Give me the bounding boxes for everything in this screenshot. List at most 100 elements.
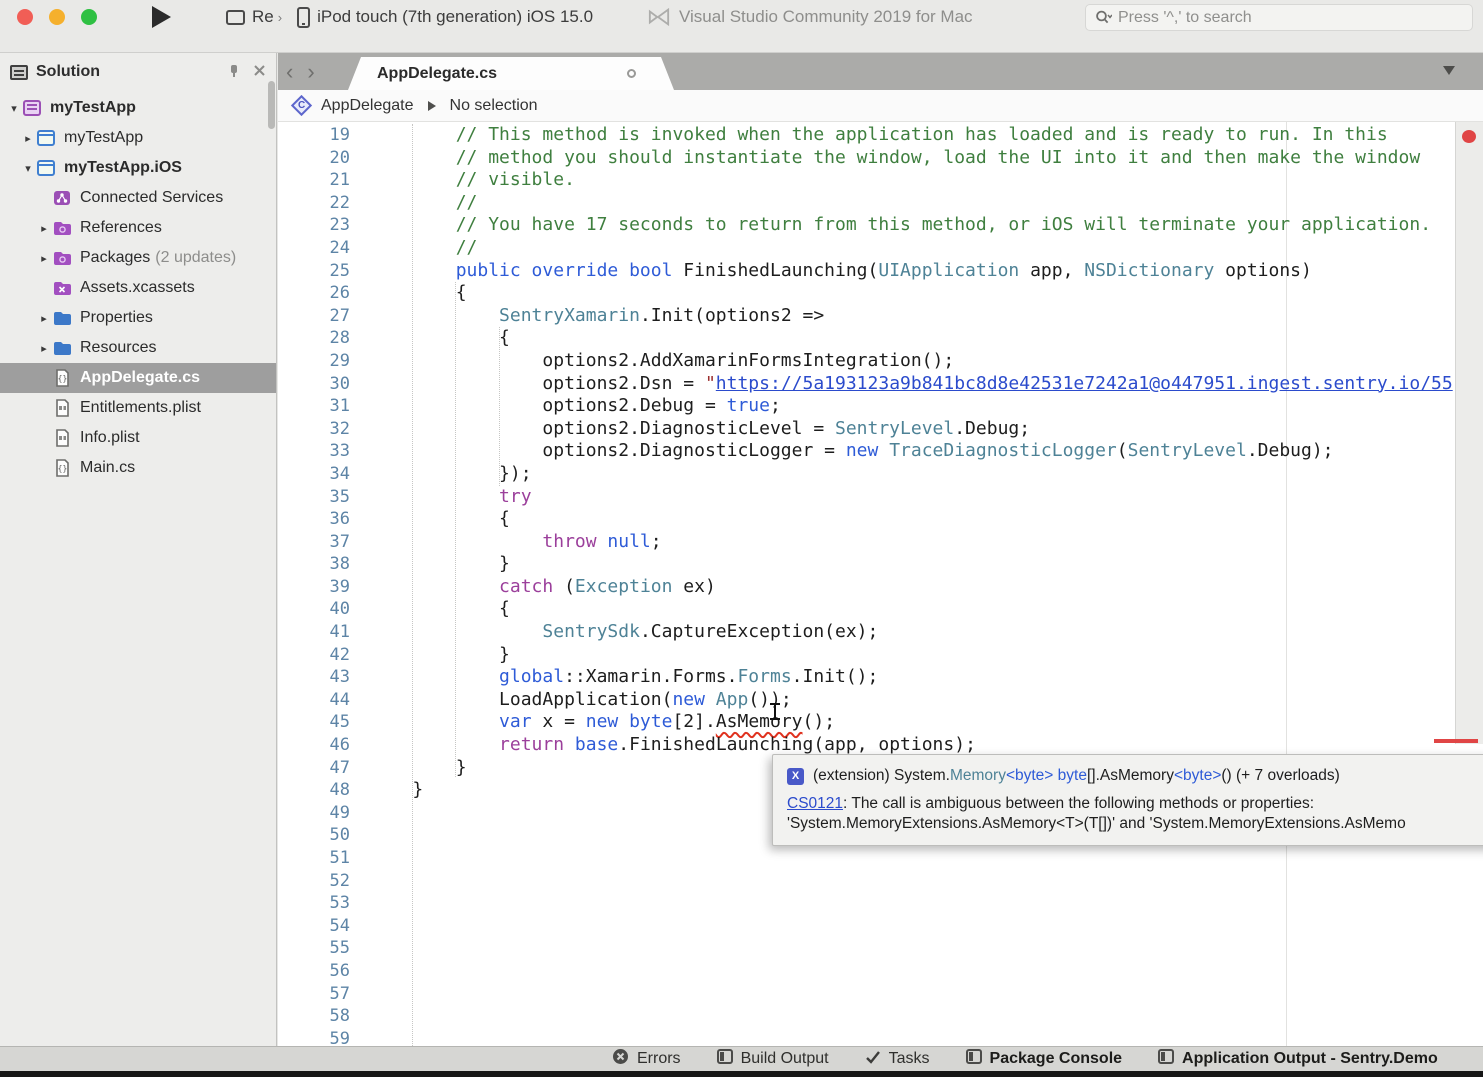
tree-item-resources[interactable]: ▸Resources: [0, 333, 276, 363]
code-line-30[interactable]: 30 options2.Dsn = "https://5a193123a9b84…: [278, 373, 1483, 396]
code-token: ();: [803, 711, 836, 732]
disclosure-right-icon[interactable]: ▸: [20, 132, 36, 145]
code-line-45[interactable]: 45 var x = new byte[2].AsMemory();: [278, 711, 1483, 734]
code-line-23[interactable]: 23 // You have 17 seconds to return from…: [278, 214, 1483, 237]
global-search-field[interactable]: [1085, 4, 1473, 31]
tree-item-appdelegate-cs[interactable]: {}AppDelegate.cs: [0, 363, 276, 393]
code-text: catch (Exception ex): [369, 576, 716, 599]
tab-list-dropdown-icon[interactable]: [1443, 66, 1455, 75]
run-button[interactable]: [152, 6, 171, 28]
dock-item-application-output-sentry-demo[interactable]: Application Output - Sentry.Demo: [1158, 1049, 1438, 1069]
navigate-back-button[interactable]: ‹: [286, 61, 293, 83]
code-line-43[interactable]: 43 global::Xamarin.Forms.Forms.Init();: [278, 666, 1483, 689]
code-token: (extension) System.: [813, 767, 950, 784]
code-text: SentryXamarin.Init(options2 =>: [369, 305, 824, 328]
disclosure-right-icon[interactable]: ▸: [36, 312, 52, 325]
code-text: SentrySdk.CaptureException(ex);: [369, 621, 878, 644]
code-line-25[interactable]: 25 public override bool FinishedLaunchin…: [278, 260, 1483, 283]
code-line-36[interactable]: 36 {: [278, 508, 1483, 531]
code-line-44[interactable]: 44 LoadApplication(new App());: [278, 689, 1483, 712]
tree-item-connected-services[interactable]: Connected Services: [0, 183, 276, 213]
code-line-31[interactable]: 31 options2.Debug = true;: [278, 395, 1483, 418]
code-line-55[interactable]: 55: [278, 937, 1483, 960]
disclosure-down-icon[interactable]: ▾: [20, 162, 36, 175]
code-line-26[interactable]: 26 {: [278, 282, 1483, 305]
code-line-21[interactable]: 21 // visible.: [278, 169, 1483, 192]
code-line-22[interactable]: 22 //: [278, 192, 1483, 215]
line-number: 30: [278, 373, 350, 396]
code-line-51[interactable]: 51: [278, 847, 1483, 870]
disclosure-right-icon[interactable]: ▸: [36, 252, 52, 265]
code-line-56[interactable]: 56: [278, 960, 1483, 983]
line-number: 45: [278, 711, 350, 734]
dock-item-package-console[interactable]: Package Console: [966, 1049, 1123, 1069]
search-input[interactable]: [1118, 9, 1463, 27]
visual-studio-logo-icon: [648, 8, 670, 26]
dock-item-build-output[interactable]: Build Output: [717, 1049, 829, 1069]
tree-item-packages[interactable]: ▸Packages(2 updates): [0, 243, 276, 273]
tree-item-assets-xcassets[interactable]: Assets.xcassets: [0, 273, 276, 303]
tree-item-entitlements-plist[interactable]: Entitlements.plist: [0, 393, 276, 423]
line-number: 56: [278, 960, 350, 983]
code-line-32[interactable]: 32 options2.DiagnosticLevel = SentryLeve…: [278, 418, 1483, 441]
close-window-button[interactable]: [17, 9, 33, 25]
pin-pad-icon[interactable]: [227, 64, 241, 81]
code-line-34[interactable]: 34 });: [278, 463, 1483, 486]
code-line-27[interactable]: 27 SentryXamarin.Init(options2 =>: [278, 305, 1483, 328]
code-line-33[interactable]: 33 options2.DiagnosticLogger = new Trace…: [278, 440, 1483, 463]
disclosure-right-icon[interactable]: ▸: [36, 342, 52, 355]
editor-scrollbar-gutter[interactable]: [1455, 122, 1483, 744]
tree-item-mytestapp[interactable]: ▾myTestApp: [0, 93, 276, 123]
disclosure-right-icon[interactable]: ▸: [36, 222, 52, 235]
code-line-29[interactable]: 29 options2.AddXamarinFormsIntegration()…: [278, 350, 1483, 373]
error-position-marker[interactable]: [1434, 739, 1478, 743]
sidebar-scrollbar-thumb[interactable]: [268, 81, 275, 129]
code-line-38[interactable]: 38 }: [278, 553, 1483, 576]
zoom-window-button[interactable]: [81, 9, 97, 25]
code-line-59[interactable]: 59: [278, 1028, 1483, 1046]
breadcrumb-class[interactable]: AppDelegate: [321, 97, 414, 115]
code-line-37[interactable]: 37 throw null;: [278, 531, 1483, 554]
dock-item-tasks[interactable]: Tasks: [865, 1050, 930, 1069]
code-line-57[interactable]: 57: [278, 983, 1483, 1006]
run-configuration-selector[interactable]: Re › iPod touch (7th generation) iOS 15.…: [226, 7, 593, 28]
code-line-20[interactable]: 20 // method you should instantiate the …: [278, 147, 1483, 170]
code-line-28[interactable]: 28 {: [278, 327, 1483, 350]
code-line-19[interactable]: 19 // This method is invoked when the ap…: [278, 124, 1483, 147]
close-pad-icon[interactable]: [253, 64, 266, 80]
dock-item-errors[interactable]: Errors: [612, 1048, 681, 1070]
code-line-52[interactable]: 52: [278, 870, 1483, 893]
code-editor[interactable]: 19 // This method is invoked when the ap…: [278, 122, 1483, 1046]
tree-item-info-plist[interactable]: Info.plist: [0, 423, 276, 453]
code-line-35[interactable]: 35 try: [278, 486, 1483, 509]
code-line-24[interactable]: 24 //: [278, 237, 1483, 260]
code-line-58[interactable]: 58: [278, 1005, 1483, 1028]
code-line-41[interactable]: 41 SentrySdk.CaptureException(ex);: [278, 621, 1483, 644]
code-token: .Init(options2 =>: [640, 305, 824, 326]
tab-appdelegate[interactable]: AppDelegate.cs: [348, 57, 674, 90]
breadcrumb-selection[interactable]: No selection: [450, 97, 538, 115]
line-number: 50: [278, 824, 350, 847]
code-line-53[interactable]: 53: [278, 892, 1483, 915]
code-text: options2.DiagnosticLevel = SentryLevel.D…: [369, 418, 1030, 441]
code-line-54[interactable]: 54: [278, 915, 1483, 938]
code-line-40[interactable]: 40 {: [278, 598, 1483, 621]
tree-item-references[interactable]: ▸References: [0, 213, 276, 243]
tree-item-mytestapp-ios[interactable]: ▾myTestApp.iOS: [0, 153, 276, 183]
code-token: [597, 531, 608, 552]
error-code-link[interactable]: CS0121: [787, 795, 843, 812]
code-line-42[interactable]: 42 }: [278, 644, 1483, 667]
line-number: 59: [278, 1028, 350, 1046]
error-indicator-icon[interactable]: [1462, 130, 1476, 143]
tree-item-main-cs[interactable]: {}Main.cs: [0, 453, 276, 483]
tree-item-mytestapp[interactable]: ▸myTestApp: [0, 123, 276, 153]
disclosure-down-icon[interactable]: ▾: [6, 102, 22, 115]
navigate-forward-button[interactable]: ›: [307, 61, 314, 83]
code-token: options2.AddXamarinFormsIntegration();: [542, 350, 954, 371]
code-token: [2].: [672, 711, 715, 732]
line-number: 55: [278, 937, 350, 960]
minimize-window-button[interactable]: [49, 9, 65, 25]
tree-item-properties[interactable]: ▸Properties: [0, 303, 276, 333]
code-line-39[interactable]: 39 catch (Exception ex): [278, 576, 1483, 599]
code-token[interactable]: https://5a193123a9b841bc8d8e42531e7242a1…: [716, 373, 1453, 394]
